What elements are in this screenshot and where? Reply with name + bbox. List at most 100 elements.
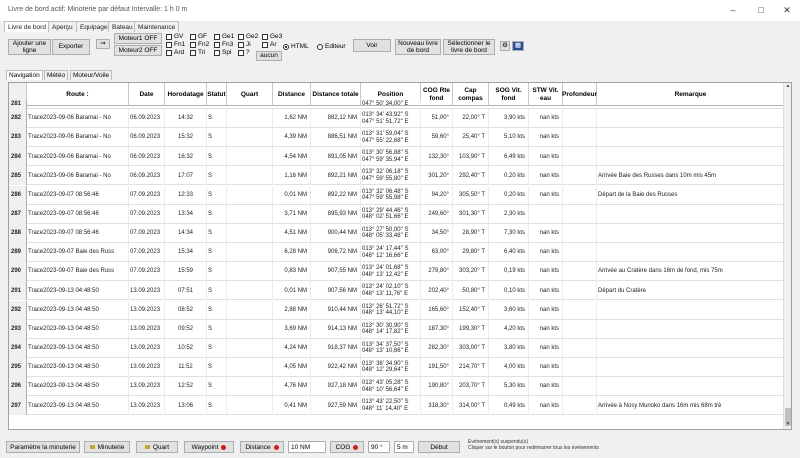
cell-date[interactable]: 07.09.2023	[129, 185, 165, 205]
cell-cog[interactable]: 187,30°	[421, 319, 453, 339]
table-row[interactable]: 296 Trace2023-09-13 04:48:50 13.09.2023 12:…	[9, 377, 785, 397]
cell-status[interactable]: S	[207, 357, 227, 377]
table-row[interactable]: 289 Trace2023-09-07 Baie des Russ 07.09.20…	[9, 243, 785, 263]
cell-status[interactable]: S	[207, 128, 227, 148]
cell-time[interactable]: 10:52	[165, 338, 207, 358]
cell-quart[interactable]	[227, 204, 273, 224]
cell-route[interactable]: Trace2023-09-07 08:56:46	[27, 223, 129, 243]
cell-time[interactable]: 13:34	[165, 204, 207, 224]
cell-remark[interactable]	[597, 357, 785, 377]
cell-sog[interactable]: 6,49 kts	[489, 147, 529, 167]
time-value-field[interactable]: 5 m	[394, 441, 414, 453]
cell-route[interactable]: Trace2023-09-07 Baie des Russ	[27, 262, 129, 282]
cell-depth[interactable]	[563, 262, 597, 282]
cell-position[interactable]: 013° 24' 02,10'' S 048° 13' 11,76'' E	[361, 281, 421, 301]
cell-cog[interactable]: 63,00°	[421, 243, 453, 263]
cell-compass[interactable]: 292,40° T	[453, 166, 489, 186]
cell-time[interactable]: 15:34	[165, 243, 207, 263]
cell-cog[interactable]: 282,30°	[421, 338, 453, 358]
cell-compass[interactable]: 152,40° T	[453, 300, 489, 320]
cell-status[interactable]: S	[207, 377, 227, 397]
timer-button[interactable]: Minuterie	[84, 441, 130, 453]
cell-stw[interactable]: nan kts	[529, 166, 563, 186]
cell-depth[interactable]	[563, 357, 597, 377]
cell-position[interactable]: 013° 34' 43,92'' S 047° 51' 51,72'' E	[361, 109, 421, 128]
sail-checkbox-ar[interactable]: Ar	[262, 41, 277, 48]
cell-distance[interactable]: 4,76 NM	[273, 377, 311, 397]
cell-position[interactable]: 013° 32' 06,18'' S 047° 59' 55,80'' E	[361, 166, 421, 186]
sail-checkbox-fn1[interactable]: Fn1	[166, 41, 185, 48]
cell-compass[interactable]: 29,80° T	[453, 243, 489, 263]
cell-compass[interactable]: 314,00° T	[453, 396, 489, 416]
cell-distance[interactable]: 6,28 NM	[273, 243, 311, 263]
tab-boat[interactable]: Bateau	[108, 21, 137, 32]
cell-distance[interactable]: 0,01 NM	[273, 281, 311, 301]
cell-date[interactable]: 06.09.2023	[129, 109, 165, 128]
cell-depth[interactable]	[563, 338, 597, 358]
cell-compass[interactable]: 25,40° T	[453, 128, 489, 148]
cell-distance[interactable]: 3,71 NM	[273, 204, 311, 224]
cell-distance[interactable]: 2,88 NM	[273, 300, 311, 320]
cell-status[interactable]: S	[207, 185, 227, 205]
cell-date[interactable]: 06.09.2023	[129, 166, 165, 186]
cell-depth[interactable]	[563, 377, 597, 397]
cell-distance[interactable]: 0,41 NM	[273, 396, 311, 416]
sail-checkbox-fn2[interactable]: Fn2	[190, 41, 209, 48]
scroll-down-icon[interactable]: ▼	[784, 421, 791, 429]
cell-quart[interactable]	[227, 396, 273, 416]
cell-distance[interactable]: 0,01 NM	[273, 185, 311, 205]
cell-route[interactable]: Trace2023-09-07 08:56:46	[27, 185, 129, 205]
table-row[interactable]: 282 Trace2023-09-06 Baramai - No 06.09.202…	[9, 109, 785, 128]
cell-total-distance[interactable]: 910,44 NM	[311, 300, 361, 320]
cell-remark[interactable]: Arrivée à Nosy Munoko dans 16m mis 68m t…	[597, 396, 785, 416]
cell-total-distance[interactable]: 906,72 NM	[311, 243, 361, 263]
add-line-button[interactable]: Ajouter une ligne	[8, 39, 51, 55]
sail-checkbox-tri[interactable]: Tri	[190, 49, 205, 56]
cell-status[interactable]: S	[207, 147, 227, 167]
table-row[interactable]: 287 Trace2023-09-07 08:56:46 07.09.2023 13:…	[9, 204, 785, 224]
cell-status[interactable]: S	[207, 223, 227, 243]
cell-route[interactable]: Trace2023-09-06 Baramai - No	[27, 109, 129, 128]
cell-status[interactable]: S	[207, 319, 227, 339]
cell-route[interactable]: Trace2023-09-13 04:48:50	[27, 377, 129, 397]
cell-cog[interactable]: 279,80°	[421, 262, 453, 282]
radio-html[interactable]: HTML	[283, 43, 309, 50]
cell-depth[interactable]	[563, 300, 597, 320]
cell-position[interactable]: 013° 26' 51,72'' S 048° 13' 44,10'' E	[361, 300, 421, 320]
cell-route[interactable]: Trace2023-09-13 04:48:50	[27, 300, 129, 320]
cell-time[interactable]: 15:59	[165, 262, 207, 282]
cell-time[interactable]: 11:52	[165, 357, 207, 377]
tab-logbook[interactable]: Livre de bord	[4, 21, 50, 32]
cell-compass[interactable]: 50,80° T	[453, 281, 489, 301]
cell-position[interactable]: 013° 24' 01,68'' S 048° 13' 12,42'' E	[361, 262, 421, 282]
table-row[interactable]: 286 Trace2023-09-07 08:56:46 07.09.2023 12:…	[9, 185, 785, 205]
tab-navigation[interactable]: Navigation	[6, 70, 43, 80]
cell-total-distance[interactable]: 891,05 NM	[311, 147, 361, 167]
settings-icon[interactable]: ⚙	[500, 41, 510, 51]
motor2-button[interactable]: Moteur2 OFF	[114, 45, 162, 56]
cell-distance[interactable]: 4,54 NM	[273, 147, 311, 167]
cell-time[interactable]: 09:52	[165, 319, 207, 339]
cell-status[interactable]: S	[207, 281, 227, 301]
cell-quart[interactable]	[227, 243, 273, 263]
cell-position[interactable]: 013° 34' 37,50'' S 048° 13' 10,86'' E	[361, 338, 421, 358]
cell-time[interactable]: 16:32	[165, 147, 207, 167]
cell-stw[interactable]: nan kts	[529, 300, 563, 320]
table-row[interactable]: 283 Trace2023-09-06 Baramai - No 06.09.202…	[9, 128, 785, 148]
view-button[interactable]: Voir	[353, 39, 391, 52]
cell-distance[interactable]: 4,39 NM	[273, 128, 311, 148]
cell-sog[interactable]: 5,30 kts	[489, 377, 529, 397]
cell-total-distance[interactable]: 882,12 NM	[311, 109, 361, 128]
cell-compass[interactable]: 203,70° T	[453, 377, 489, 397]
cell-date[interactable]: 13.09.2023	[129, 396, 165, 416]
cell-status[interactable]: S	[207, 166, 227, 186]
cell-distance[interactable]: 4,05 NM	[273, 357, 311, 377]
cell-status[interactable]: S	[207, 262, 227, 282]
cell-date[interactable]: 07.09.2023	[129, 262, 165, 282]
waypoint-button[interactable]: Waypoint	[184, 441, 234, 453]
cell-cog[interactable]: 34,50°	[421, 223, 453, 243]
cell-quart[interactable]	[227, 338, 273, 358]
cell-remark[interactable]: Départ du Cratère	[597, 281, 785, 301]
table-row[interactable]: 292 Trace2023-09-13 04:48:50 13.09.2023 08:…	[9, 300, 785, 320]
cell-status[interactable]: S	[207, 300, 227, 320]
